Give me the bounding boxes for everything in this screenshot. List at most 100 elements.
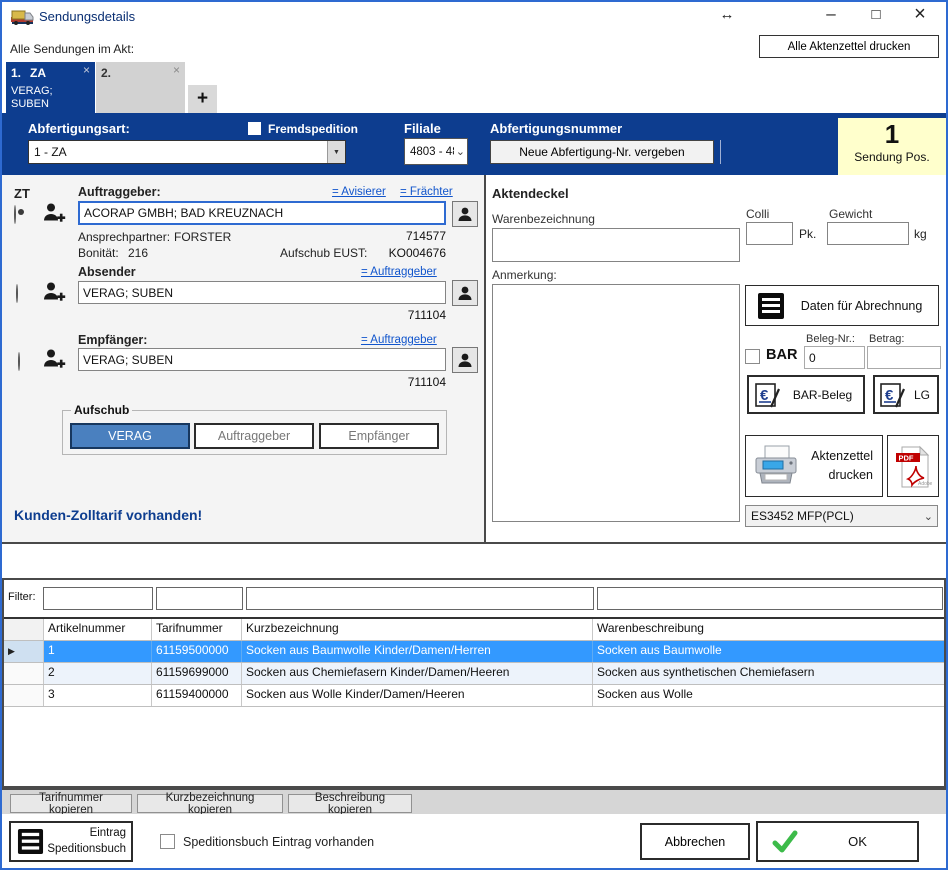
euro-receipt-icon: € [879, 381, 907, 409]
auftraggeber-input[interactable] [78, 201, 446, 225]
alle-aktenzettel-drucken-button[interactable]: Alle Aktenzettel drucken [759, 35, 939, 58]
empfaenger-auftraggeber-link[interactable]: = Auftraggeber [361, 334, 437, 346]
printer-name: ES3452 MFP(PCL) [746, 509, 920, 523]
resize-arrows-icon[interactable]: ↔ [714, 6, 740, 23]
colli-unit-label: Pk. [799, 227, 816, 241]
avisierer-link[interactable]: = Avisierer [332, 186, 386, 198]
filter-kurzbezeichnung-input[interactable] [246, 587, 594, 610]
aktenzettel-drucken-button[interactable]: Aktenzettel drucken [745, 435, 883, 497]
fraechter-link[interactable]: = Frächter [400, 186, 453, 198]
filter-artikelnummer-input[interactable] [43, 587, 153, 610]
add-contact-icon[interactable] [42, 347, 66, 376]
absender-input[interactable] [78, 281, 446, 304]
list-icon [17, 828, 44, 855]
beleg-nr-input[interactable] [804, 346, 865, 369]
absender-contact-button[interactable] [452, 280, 478, 306]
minimize-button[interactable]: – [820, 4, 842, 24]
tab-sendung-2[interactable]: 2. × [96, 62, 185, 113]
add-tab-button[interactable]: + [188, 85, 217, 113]
betrag-input[interactable] [867, 346, 941, 369]
filiale-value: 4803 - 480 [405, 146, 454, 158]
tab-sendung-1[interactable]: 1. ZA × VERAG; SUBEN [6, 62, 95, 113]
tab1-close-icon[interactable]: × [83, 64, 90, 76]
aufschub-empfaenger-button[interactable]: Empfänger [319, 423, 439, 449]
gewicht-input[interactable] [827, 222, 909, 245]
tarifnummer-kopieren-button[interactable]: Tarifnummer kopieren [10, 794, 132, 813]
cell-warenbeschreibung[interactable]: Socken aus Wolle [593, 685, 944, 706]
cell-artikelnummer[interactable]: 3 [44, 685, 152, 706]
beleg-nr-label: Beleg-Nr.: [806, 333, 855, 345]
warenbezeichnung-textarea[interactable] [492, 228, 740, 262]
filter-tarifnummer-input[interactable] [156, 587, 243, 610]
sendung-pos-count: 1 [838, 119, 946, 150]
cell-kurzbezeichnung[interactable]: Socken aus Baumwolle Kinder/Damen/Herren [242, 641, 593, 662]
filter-warenbeschreibung-input[interactable] [597, 587, 943, 610]
betrag-label: Betrag: [869, 333, 904, 345]
table-row[interactable]: 2 61159699000 Socken aus Chemiefasern Ki… [4, 663, 944, 685]
lg-button[interactable]: € LG [873, 375, 939, 414]
green-check-icon [772, 830, 798, 854]
empfaenger-input[interactable] [78, 348, 446, 371]
tab2-close-icon[interactable]: × [173, 64, 180, 76]
speditionsbuch-checkbox[interactable] [160, 834, 175, 849]
row-selector-cell [4, 663, 44, 684]
maximize-button[interactable]: □ [865, 6, 887, 23]
row-selector-cell [4, 685, 44, 706]
section-divider [2, 542, 946, 544]
absender-auftraggeber-link[interactable]: = Auftraggeber [361, 266, 437, 278]
footer: Eintrag Speditionsbuch Speditionsbuch Ei… [2, 814, 946, 868]
zt-absender-radio[interactable] [16, 284, 18, 303]
aufschub-auftraggeber-button[interactable]: Auftraggeber [194, 423, 314, 449]
table-row[interactable]: ▶ 1 61159500000 Socken aus Baumwolle Kin… [4, 641, 944, 663]
anmerkung-textarea[interactable] [492, 284, 740, 522]
bar-beleg-button[interactable]: € BAR-Beleg [747, 375, 865, 414]
cell-kurzbezeichnung[interactable]: Socken aus Wolle Kinder/Damen/Heeren [242, 685, 593, 706]
anmerkung-label: Anmerkung: [492, 268, 557, 282]
eintrag-speditionsbuch-button[interactable]: Eintrag Speditionsbuch [9, 821, 133, 862]
col-header-kurzbezeichnung[interactable]: Kurzbezeichnung [242, 619, 593, 640]
daten-abrechnung-button[interactable]: Daten für Abrechnung [745, 285, 939, 326]
svg-text:PDF: PDF [899, 454, 914, 463]
col-header-warenbeschreibung[interactable]: Warenbeschreibung [593, 619, 944, 640]
eintrag-label-line2: Speditionsbuch [44, 842, 126, 858]
eintrag-label-line1: Eintrag [44, 826, 126, 842]
cell-artikelnummer[interactable]: 2 [44, 663, 152, 684]
abbrechen-button[interactable]: Abbrechen [640, 823, 750, 860]
cell-tarifnummer[interactable]: 61159699000 [152, 663, 242, 684]
pdf-button[interactable]: PDF Adobe [887, 435, 939, 497]
add-contact-icon[interactable] [42, 201, 66, 230]
zt-empfaenger-radio[interactable] [18, 352, 20, 371]
neue-abfertigungsnr-button[interactable]: Neue Abfertigung-Nr. vergeben [490, 140, 714, 164]
cell-artikelnummer[interactable]: 1 [44, 641, 152, 662]
printer-select[interactable]: ES3452 MFP(PCL) ⌄ [745, 505, 938, 527]
gewicht-label: Gewicht [829, 207, 872, 221]
cell-kurzbezeichnung[interactable]: Socken aus Chemiefasern Kinder/Damen/Hee… [242, 663, 593, 684]
bar-checkbox[interactable] [745, 349, 760, 364]
kurzbezeichnung-kopieren-button[interactable]: Kurzbezeichnung kopieren [137, 794, 283, 813]
ok-label: OK [798, 834, 917, 849]
filiale-select[interactable]: 4803 - 480 ⌄ [404, 138, 468, 165]
empfaenger-label: Empfänger: [78, 333, 147, 347]
col-header-tarifnummer[interactable]: Tarifnummer [152, 619, 242, 640]
chevron-down-icon: ⌄ [920, 510, 937, 523]
cell-tarifnummer[interactable]: 61159500000 [152, 641, 242, 662]
auftraggeber-contact-button[interactable] [452, 201, 478, 227]
add-contact-icon[interactable] [42, 280, 66, 309]
abfertigungsart-label: Abfertigungsart: [28, 121, 130, 136]
cell-warenbeschreibung[interactable]: Socken aus synthetischen Chemiefasern [593, 663, 944, 684]
ok-button[interactable]: OK [756, 821, 919, 862]
col-header-artikelnummer[interactable]: Artikelnummer [44, 619, 152, 640]
empfaenger-contact-button[interactable] [452, 347, 478, 373]
aufschub-verag-button[interactable]: VERAG [70, 423, 190, 449]
cell-warenbeschreibung[interactable]: Socken aus Baumwolle [593, 641, 944, 662]
abfertigungsart-select[interactable]: 1 - ZA ▼ [28, 140, 346, 164]
colli-input[interactable] [746, 222, 793, 245]
zt-auftraggeber-radio[interactable] [14, 205, 16, 224]
sendung-pos-panel: 1 Sendung Pos. [838, 118, 946, 175]
cell-tarifnummer[interactable]: 61159400000 [152, 685, 242, 706]
fremdspedition-checkbox[interactable] [248, 122, 261, 135]
close-button[interactable]: × [908, 3, 932, 26]
table-row[interactable]: 3 61159400000 Socken aus Wolle Kinder/Da… [4, 685, 944, 707]
bar-label: BAR [766, 347, 797, 363]
beschreibung-kopieren-button[interactable]: Beschreibung kopieren [288, 794, 412, 813]
